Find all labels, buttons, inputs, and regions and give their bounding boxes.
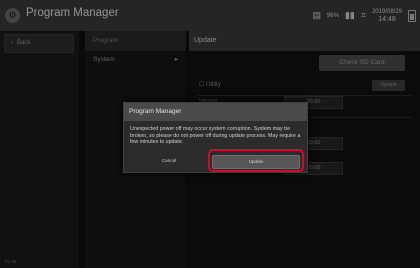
cancel-button[interactable]: Cancel — [129, 155, 209, 167]
highlight-ring — [208, 149, 304, 172]
dialog-title: Program Manager — [124, 103, 307, 121]
dialog-message: Unexpected power off may occur system co… — [130, 126, 301, 145]
